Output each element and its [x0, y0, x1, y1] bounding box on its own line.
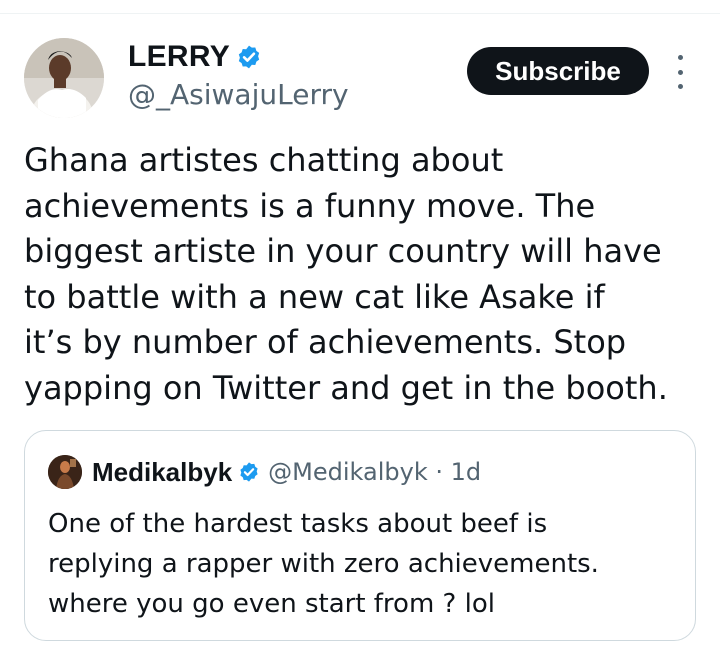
- tweet: LERRY @_AsiwajuLerry Subscribe Ghana art…: [0, 0, 720, 662]
- quoted-verified-badge-icon: [240, 462, 258, 482]
- author-display-name[interactable]: LERRY: [128, 40, 230, 74]
- author-name-row: LERRY: [128, 40, 262, 74]
- quoted-display-name[interactable]: Medikalbyk: [92, 457, 232, 488]
- verified-badge-icon: [238, 45, 260, 69]
- author-handle[interactable]: @_AsiwajuLerry: [128, 78, 349, 112]
- quoted-author-avatar[interactable]: [48, 455, 82, 489]
- quoted-header: Medikalbyk @Medikalbyk · 1d: [92, 455, 481, 489]
- tweet-text: Ghana artistes chatting about achievemen…: [24, 141, 668, 407]
- subscribe-button[interactable]: Subscribe: [467, 47, 649, 95]
- more-options-icon[interactable]: [670, 55, 690, 89]
- quoted-tweet[interactable]: Medikalbyk @Medikalbyk · 1d One of the h…: [24, 430, 696, 641]
- quoted-handle-time[interactable]: @Medikalbyk · 1d: [268, 458, 481, 486]
- author-avatar[interactable]: [24, 38, 104, 118]
- quoted-tweet-text: One of the hardest tasks about beef is r…: [48, 509, 599, 619]
